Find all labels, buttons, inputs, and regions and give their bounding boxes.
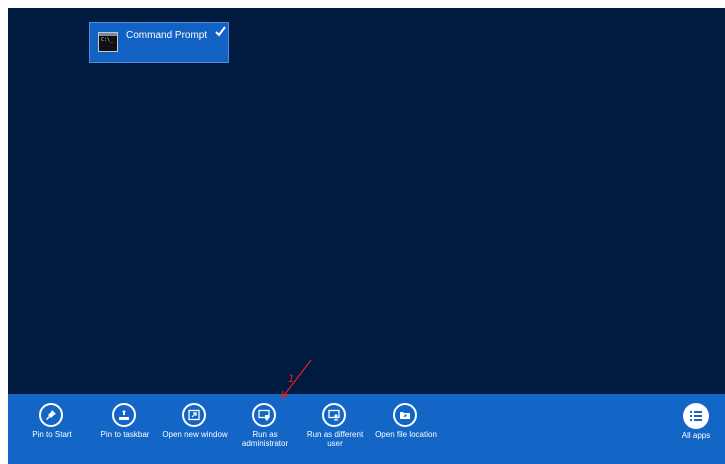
open-new-window-button[interactable]: Open new window <box>159 394 231 464</box>
all-apps-label: All apps <box>681 431 711 440</box>
open-file-location-button[interactable]: Open file location <box>370 394 442 464</box>
pin-icon <box>39 403 63 427</box>
list-icon <box>683 403 709 429</box>
folder-icon <box>393 403 417 427</box>
command-prompt-icon: C:\_ <box>98 32 118 52</box>
new-window-icon <box>182 403 206 427</box>
all-apps-button[interactable]: All apps <box>660 394 725 464</box>
open-file-location-label: Open file location <box>375 430 437 439</box>
pin-to-start-label: Pin to Start <box>32 430 72 439</box>
user-window-icon <box>322 403 346 427</box>
tile-label: Command Prompt <box>126 30 208 41</box>
pin-to-taskbar-label: Pin to taskbar <box>100 430 150 439</box>
app-bar: Pin to Start Pin to taskbar Open new win… <box>8 394 725 464</box>
start-screen: C:\_ Command Prompt Pin to Start Pin to … <box>8 8 725 464</box>
shield-icon <box>252 403 276 427</box>
command-prompt-tile[interactable]: C:\_ Command Prompt <box>89 22 229 63</box>
run-as-administrator-button[interactable]: Run as administrator <box>229 394 301 464</box>
pin-to-start-button[interactable]: Pin to Start <box>16 394 88 464</box>
pin-to-taskbar-button[interactable]: Pin to taskbar <box>89 394 161 464</box>
run-as-administrator-label: Run as administrator <box>241 430 289 448</box>
pin-taskbar-icon <box>112 403 136 427</box>
checkmark-icon <box>215 26 226 37</box>
open-new-window-label: Open new window <box>162 430 228 439</box>
run-as-different-user-label: Run as different user <box>306 430 364 448</box>
run-as-different-user-button[interactable]: Run as different user <box>299 394 371 464</box>
annotation-label: 1 <box>288 373 294 385</box>
